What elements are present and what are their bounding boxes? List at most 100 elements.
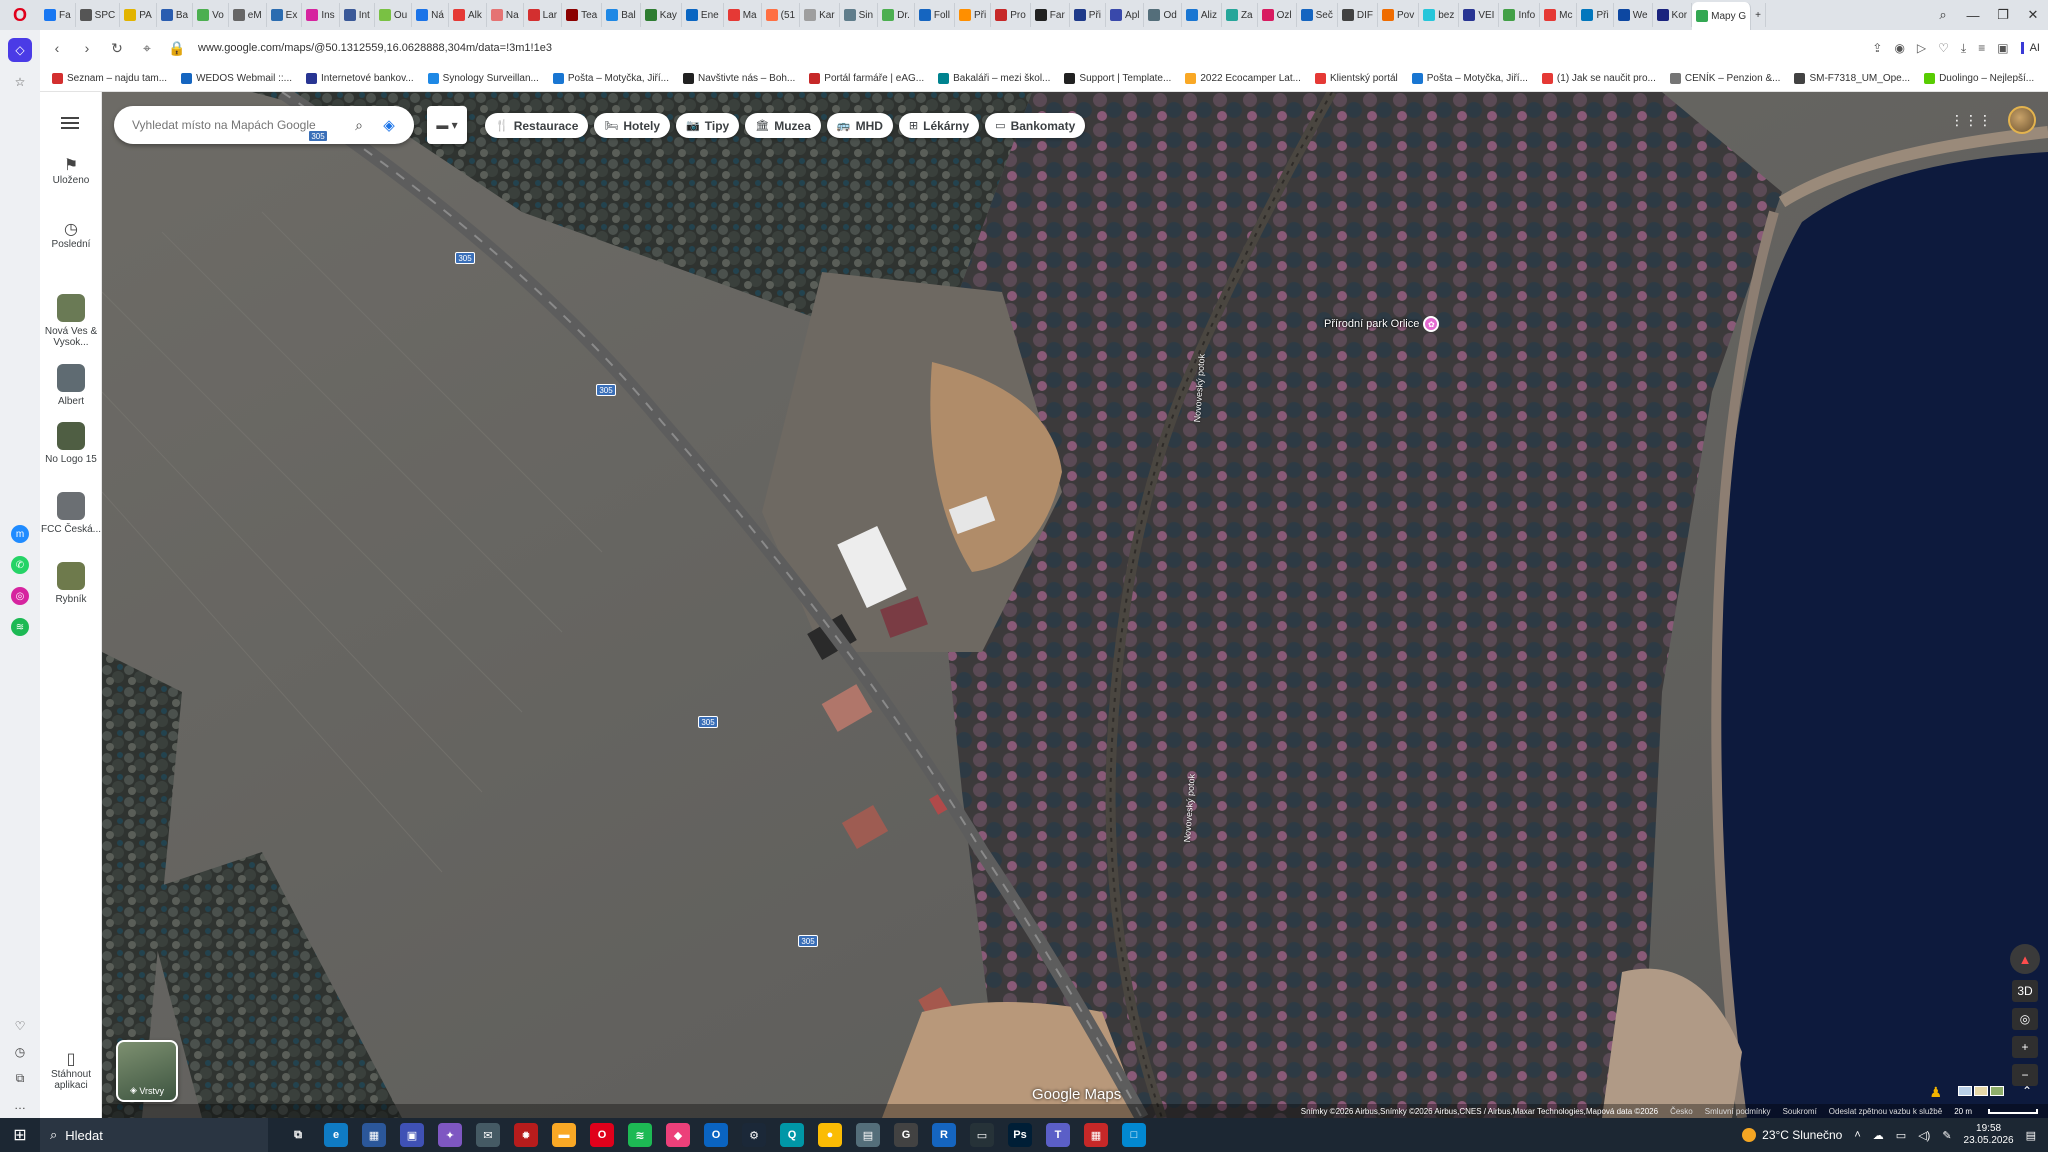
bookmark-item[interactable]: Support | Template...	[1064, 73, 1171, 84]
windows-start-icon[interactable]: ⊞	[0, 1125, 40, 1145]
ai-button[interactable]: AI	[2020, 42, 2040, 54]
new-tab-button[interactable]: +	[1751, 3, 1766, 27]
imagery-thumbnails[interactable]	[1958, 1086, 2004, 1096]
recent-place[interactable]: FCC Česká...	[40, 492, 102, 535]
chip-mhd[interactable]: 🚌 MHD	[826, 113, 893, 138]
bookmark-item[interactable]: WEDOS Webmail ::...	[181, 73, 292, 84]
search-icon[interactable]: ⌕	[344, 117, 374, 134]
play-icon[interactable]: ▷	[1917, 41, 1926, 56]
opera-logo[interactable]: O	[0, 0, 40, 30]
browser-tab[interactable]: Ins	[302, 3, 340, 27]
chip-tipy[interactable]: 📷 Tipy	[676, 113, 740, 138]
browser-tab[interactable]: Při	[1070, 3, 1107, 27]
browser-tab[interactable]: Ozl	[1258, 3, 1297, 27]
browser-tab[interactable]: Ene	[682, 3, 724, 27]
bookmark-item[interactable]: Duolingo – Nejlepší...	[1924, 73, 2034, 84]
browser-tab[interactable]: bez	[1419, 3, 1460, 27]
reload-icon[interactable]: ↻	[108, 40, 126, 57]
browser-tab[interactable]: Za	[1222, 3, 1258, 27]
browser-tab[interactable]: Mapy G	[1692, 2, 1752, 30]
compass-icon[interactable]: ▲	[2010, 944, 2040, 974]
bookmark-item[interactable]: Pošta – Motyčka, Jiří...	[552, 73, 669, 84]
browser-tab[interactable]: Pro	[991, 3, 1031, 27]
layers-button[interactable]: ◈ Vrstvy	[116, 1040, 178, 1102]
scale-label[interactable]: 20 m	[1954, 1107, 1972, 1116]
avatar[interactable]	[2008, 106, 2036, 134]
store-app-icon[interactable]: ▦	[362, 1123, 386, 1147]
browser-tab[interactable]: Bal	[602, 3, 641, 27]
menu-icon[interactable]: ≡	[1978, 41, 1985, 56]
task-view-icon[interactable]: ⧉	[286, 1123, 310, 1147]
taskbar-search[interactable]: ⌕ Hledat	[40, 1118, 268, 1152]
calc-app-icon[interactable]: ▤	[856, 1123, 880, 1147]
notifications-icon[interactable]: ▤	[2026, 1129, 2036, 1142]
explorer-app-icon[interactable]: ▬	[552, 1123, 576, 1147]
bookmark-item[interactable]: 2022 Ecocamper Lat...	[1185, 73, 1301, 84]
browser-tab[interactable]: Sin	[840, 3, 879, 27]
tray-chevron-icon[interactable]: ˄	[1854, 1129, 1860, 1141]
browser-tab[interactable]: Při	[1577, 3, 1614, 27]
directions-icon[interactable]: ◈	[374, 116, 404, 134]
chip-hotely[interactable]: 🛏 Hotely	[594, 113, 671, 138]
minimize-icon[interactable]: —	[1958, 0, 1988, 30]
chip-lékárny[interactable]: ⊞ Lékárny	[898, 113, 980, 138]
chip-muzea[interactable]: 🏛 Muzea	[745, 113, 821, 138]
browser-tab[interactable]: Ex	[267, 3, 303, 27]
instagram-icon[interactable]: ◎	[11, 587, 29, 605]
chrome-app-icon[interactable]: ●	[818, 1123, 842, 1147]
bookmark-item[interactable]: Bakaláři – mezi škol...	[938, 73, 1050, 84]
close-icon[interactable]: ✕	[2018, 0, 2048, 30]
browser-tab[interactable]: Vo	[193, 3, 229, 27]
bookmark-item[interactable]: Seznam – najdu tam...	[52, 73, 167, 84]
zoom-out-button[interactable]: −	[2012, 1064, 2038, 1086]
opera-app-icon[interactable]: O	[590, 1123, 614, 1147]
volume-icon[interactable]: ◁)	[1918, 1129, 1930, 1142]
network-icon[interactable]: ▭	[1896, 1129, 1906, 1142]
hamburger-menu-icon[interactable]	[61, 114, 79, 132]
game-app-icon[interactable]: ✹	[514, 1123, 538, 1147]
terms-link[interactable]: Smluvní podmínky	[1705, 1107, 1771, 1116]
browser-tab[interactable]: Apl	[1106, 3, 1145, 27]
browser-tab[interactable]: Kar	[800, 3, 840, 27]
pegman-icon[interactable]: ♟	[1929, 1084, 1942, 1101]
browser-tab[interactable]: Ma	[724, 3, 762, 27]
spotify-icon[interactable]: ≋	[11, 618, 29, 636]
browser-tab[interactable]: Info	[1499, 3, 1541, 27]
download-app-button[interactable]: ▯ Stáhnout aplikaci	[40, 1052, 102, 1092]
map-type-toggle[interactable]: ▬ ▾	[427, 106, 467, 144]
bookmark-item[interactable]: Portál farmáře | eAG...	[809, 73, 924, 84]
recent-place[interactable]: Rybník	[40, 562, 102, 605]
browser-tab[interactable]: Ou	[375, 3, 413, 27]
workspace-icon[interactable]: ◇	[8, 38, 32, 62]
whatsapp-icon[interactable]: ✆	[11, 556, 29, 574]
park-pin-icon[interactable]: ✿	[1423, 316, 1440, 332]
browser-tab[interactable]: Kor	[1653, 3, 1693, 27]
lock-icon[interactable]: 🔒	[168, 40, 186, 57]
browser-tab[interactable]: We	[1614, 3, 1653, 27]
url-field[interactable]: www.google.com/maps/@50.1312559,16.06288…	[198, 42, 1860, 54]
terminal-app-icon[interactable]: ▭	[970, 1123, 994, 1147]
download-icon[interactable]: ⤓	[1961, 41, 1966, 56]
google-apps-icon[interactable]: ⋮⋮⋮	[1950, 112, 1992, 129]
browser-tab[interactable]: Dr.	[878, 3, 915, 27]
browser-tab[interactable]: (51	[762, 3, 801, 27]
bookmark-item[interactable]: SM-F7318_UM_Ope...	[1794, 73, 1910, 84]
save-app-icon[interactable]: ▣	[400, 1123, 424, 1147]
camera-icon[interactable]: ◉	[1894, 41, 1904, 56]
bookmark-item[interactable]: (1) Jak se naučit pro...	[1541, 73, 1656, 84]
map-canvas[interactable]: ⌕ ◈ ▬ ▾ 🍴 Restaurace 🛏 Hotely 📷 Tipy 🏛 Muzea 🚌 MH…	[102, 92, 2048, 1118]
calendar-app-icon[interactable]: ▦	[1084, 1123, 1108, 1147]
spotify-app-icon[interactable]: ≋	[628, 1123, 652, 1147]
browser-tab[interactable]: Lar	[524, 3, 563, 27]
browser-tab[interactable]: Seč	[1297, 3, 1338, 27]
browser-tab[interactable]: Foll	[915, 3, 955, 27]
bookmark-item[interactable]: Pošta – Motyčka, Jiří...	[1411, 73, 1528, 84]
browser-tab[interactable]: Far	[1031, 3, 1070, 27]
browser-tab[interactable]: Aliz	[1182, 3, 1222, 27]
browser-tab[interactable]: Ba	[157, 3, 194, 27]
maximize-icon[interactable]: ❐	[1988, 0, 2018, 30]
cloud-icon[interactable]: ☁	[1873, 1129, 1884, 1142]
saved-button[interactable]: ⚑ Uloženo	[40, 158, 102, 187]
browser-tab[interactable]: SPC	[76, 3, 121, 27]
browser-tab[interactable]: Alk	[449, 3, 487, 27]
